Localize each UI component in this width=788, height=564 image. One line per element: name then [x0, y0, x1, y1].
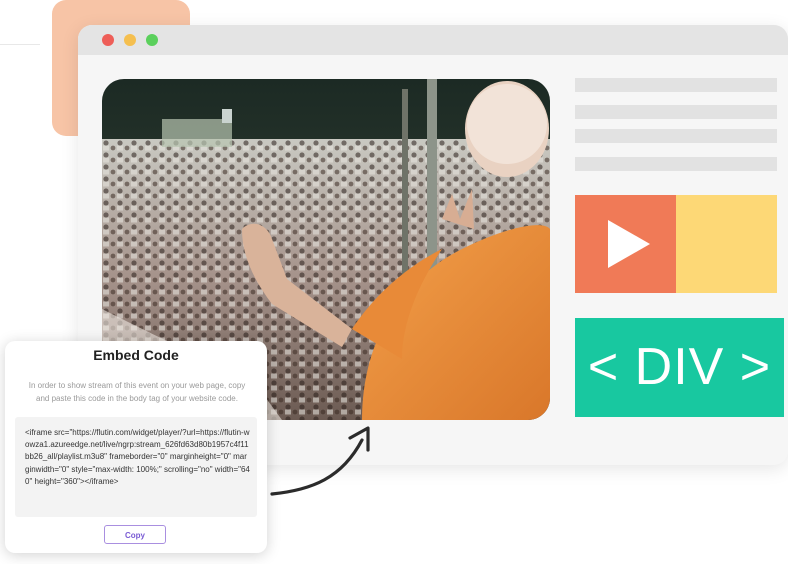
- embed-code-dialog: Embed Code In order to show stream of th…: [5, 341, 267, 553]
- player-panel: [676, 195, 777, 293]
- browser-titlebar: [78, 25, 788, 55]
- player-play-area[interactable]: [575, 195, 676, 293]
- placeholder-text-line: [575, 105, 777, 119]
- div-block: < DIV >: [575, 318, 784, 417]
- placeholder-text-line: [575, 157, 777, 171]
- decorative-line: [0, 44, 40, 45]
- div-block-label: < DIV >: [587, 338, 772, 396]
- close-window-dot[interactable]: [102, 34, 114, 46]
- copy-button[interactable]: Copy: [104, 525, 166, 544]
- embed-title: Embed Code: [93, 347, 179, 363]
- video-player-block[interactable]: [575, 195, 777, 293]
- maximize-window-dot[interactable]: [146, 34, 158, 46]
- placeholder-text-line: [575, 129, 777, 143]
- curved-arrow-icon: [270, 426, 370, 496]
- minimize-window-dot[interactable]: [124, 34, 136, 46]
- placeholder-text-line: [575, 78, 777, 92]
- embed-code-text[interactable]: <iframe src="https://flutin.com/widget/p…: [25, 427, 251, 488]
- play-icon[interactable]: [608, 220, 650, 268]
- embed-description: In order to show stream of this event on…: [28, 381, 246, 403]
- embed-code-box[interactable]: <iframe src="https://flutin.com/widget/p…: [15, 417, 257, 517]
